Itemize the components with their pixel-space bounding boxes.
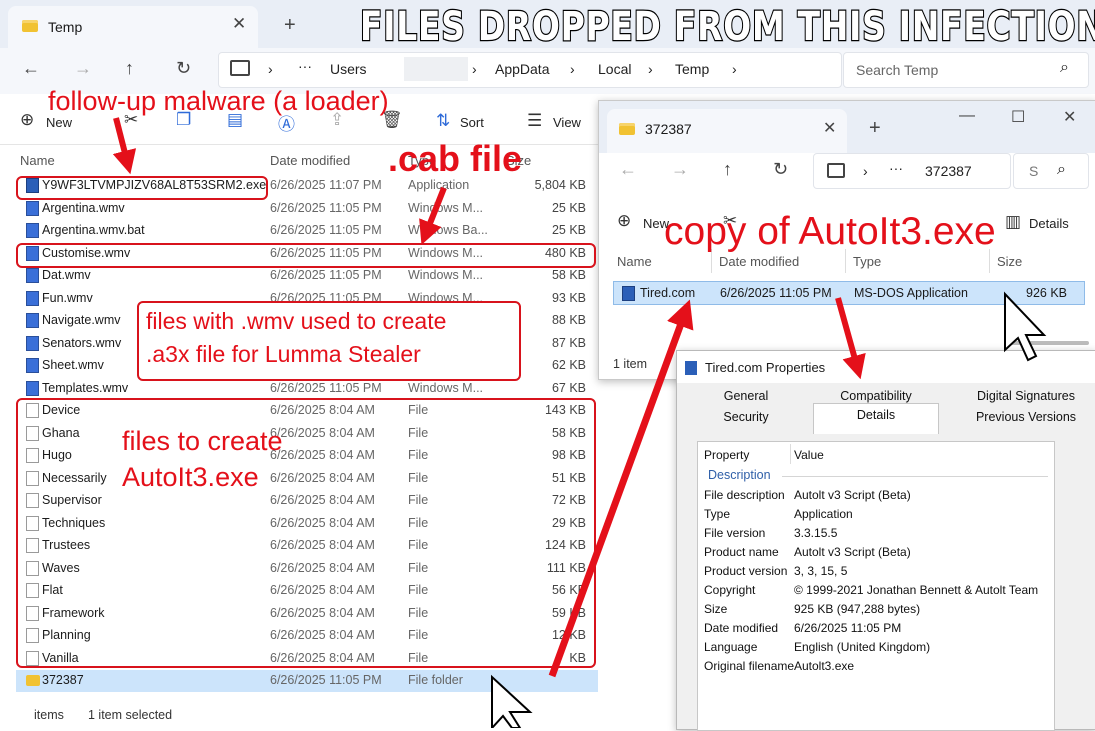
arrow-to-exe <box>112 117 137 175</box>
annotation-arrows <box>112 117 1047 728</box>
arrow-to-tired-com <box>548 299 694 678</box>
mouse-cursor-icon <box>1004 291 1047 362</box>
arrow-to-properties <box>835 297 866 380</box>
arrow-to-cab <box>419 186 447 245</box>
mouse-cursor-icon <box>491 674 533 728</box>
